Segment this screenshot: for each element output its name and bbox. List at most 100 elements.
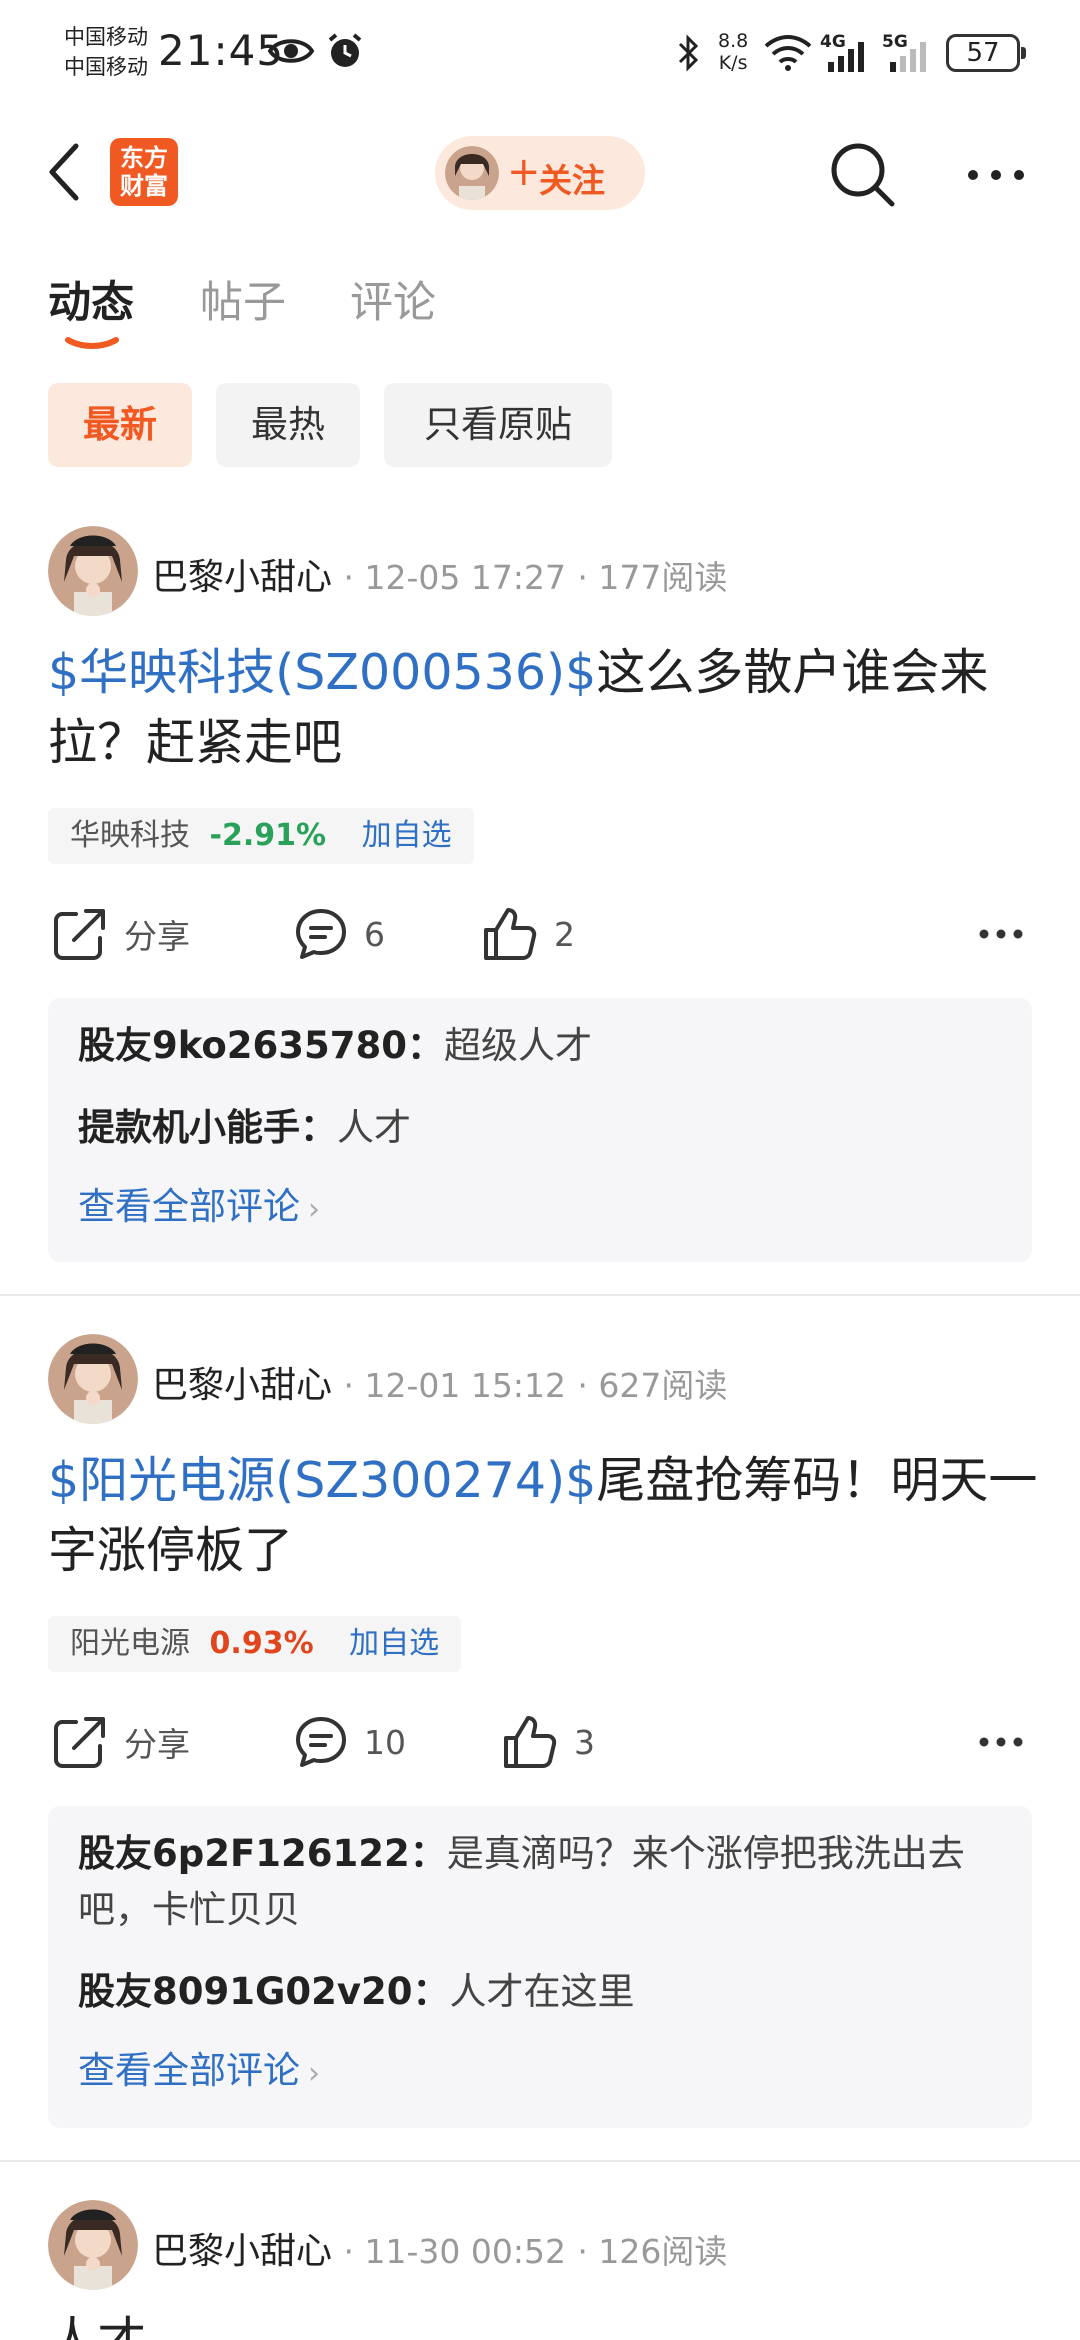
comment-text: 超级人才: [444, 1024, 592, 1067]
logo-text-1: 东方: [120, 144, 168, 172]
share-icon: [54, 1717, 105, 1768]
username[interactable]: 巴黎小甜心: [152, 2231, 332, 2272]
filter-original-only[interactable]: 只看原贴: [384, 383, 612, 467]
tab-dynamics[interactable]: 动态: [48, 268, 134, 330]
comment-count: 10: [364, 1722, 406, 1762]
post-more-icon[interactable]: [978, 1736, 1024, 1748]
bluetooth-icon: [678, 34, 699, 72]
thumbs-up-icon: [484, 908, 537, 960]
post-meta: 巴黎小甜心 · 12-05 17:27 · 177阅读: [152, 557, 728, 598]
carrier-2: 中国移动: [64, 55, 148, 79]
comment-item: 股友8091G02v20：人才在这里: [78, 1970, 635, 2013]
stock-change: 0.93%: [209, 1626, 314, 1661]
plus-icon: +: [507, 149, 541, 195]
stock-link[interactable]: $阳光电源(SZ300274)$: [48, 1452, 596, 1509]
comment-text: 人才在这里: [449, 1970, 635, 2013]
comment-count: 6: [364, 914, 385, 954]
read-count: 627阅读: [598, 1366, 728, 1405]
alarm-icon: [328, 33, 362, 67]
chevron-right-icon: ›: [308, 2056, 320, 2091]
share-label: 分享: [124, 1725, 190, 1764]
share-button[interactable]: 分享: [52, 1702, 190, 1782]
search-icon[interactable]: [828, 140, 898, 210]
carrier-labels: 中国移动 中国移动: [64, 22, 148, 82]
follow-label: 关注: [539, 161, 605, 200]
tab-comments[interactable]: 评论: [350, 268, 436, 330]
comment-user[interactable]: 股友9ko2635780: [78, 1024, 407, 1067]
stock-change: -2.91%: [209, 818, 327, 853]
network-speed: 8.8 K/s: [718, 30, 748, 74]
add-watchlist-button[interactable]: 加自选: [362, 818, 452, 853]
share-button[interactable]: 分享: [52, 894, 190, 974]
comment-user[interactable]: 股友8091G02v20: [78, 1970, 412, 2013]
like-button[interactable]: 2: [482, 894, 575, 974]
post-text: 人才: [48, 2312, 146, 2340]
comment-preview-box[interactable]: 股友9ko2635780：超级人才 提款机小能手：人才 查看全部评论 ›: [48, 998, 1032, 1262]
battery-indicator: 57: [946, 34, 1026, 72]
comment-user[interactable]: 股友6p2F126122: [78, 1832, 410, 1875]
comment-user[interactable]: 提款机小能手: [78, 1106, 300, 1149]
active-tab-indicator: [65, 337, 119, 349]
post-more-icon[interactable]: [978, 928, 1024, 940]
comment-button[interactable]: 10: [294, 1702, 406, 1782]
view-all-comments-link[interactable]: 查看全部评论 ›: [78, 2046, 1002, 2099]
view-all-comments-link[interactable]: 查看全部评论 ›: [78, 1182, 1002, 1235]
read-count: 126阅读: [598, 2232, 728, 2271]
signal-icon: [828, 42, 864, 72]
status-bar: 中国移动 中国移动 21:45 8.8 K/s 4G 5G 57: [0, 0, 1080, 110]
post-content[interactable]: $阳光电源(SZ300274)$尾盘抢筹码！明天一字涨停板了: [48, 1446, 1038, 1586]
post-time: 12-05 17:27: [364, 558, 566, 597]
share-label: 分享: [124, 917, 190, 956]
thumbs-up-icon: [504, 1716, 557, 1768]
tab-posts[interactable]: 帖子: [200, 268, 286, 330]
username[interactable]: 巴黎小甜心: [152, 557, 332, 598]
post-content[interactable]: 人才: [48, 2306, 1038, 2340]
view-all-label: 查看全部评论: [78, 1185, 300, 1228]
post-actions: 分享 10 3: [0, 1702, 1080, 1782]
stock-tag[interactable]: 阳光电源 0.93% 加自选: [48, 1616, 462, 1672]
signal-weak-icon: [890, 42, 926, 72]
stock-link[interactable]: $华映科技(SZ000536)$: [48, 644, 596, 701]
post-meta: 巴黎小甜心 · 11-30 00:52 · 126阅读: [152, 2231, 728, 2272]
speed-unit: K/s: [718, 52, 748, 74]
comment-button[interactable]: 6: [294, 894, 385, 974]
like-button[interactable]: 3: [502, 1702, 595, 1782]
comment-icon: [296, 1717, 346, 1767]
comment-item: 股友9ko2635780：超级人才: [78, 1024, 592, 1067]
more-options-icon[interactable]: [966, 168, 1026, 182]
share-icon: [54, 909, 105, 960]
app-logo: 东方 财富: [110, 138, 178, 206]
filter-latest[interactable]: 最新: [48, 383, 192, 467]
filter-hottest[interactable]: 最热: [216, 383, 360, 467]
follow-avatar: [445, 146, 499, 200]
stock-tag[interactable]: 华映科技 -2.91% 加自选: [48, 808, 474, 864]
post-actions: 分享 6 2: [0, 894, 1080, 974]
back-icon[interactable]: [44, 142, 84, 202]
like-count: 2: [554, 914, 575, 954]
top-nav-bar: 东方 财富 + 关注: [0, 120, 1080, 230]
logo-text-2: 财富: [120, 172, 168, 200]
comment-item: 股友6p2F126122：是真滴吗？来个涨停把我洗出去吧，卡忙贝贝: [78, 1832, 965, 1931]
wifi-icon: [764, 35, 812, 71]
user-avatar[interactable]: [48, 526, 138, 616]
speed-value: 8.8: [718, 30, 749, 52]
eye-icon: [268, 39, 314, 63]
add-watchlist-button[interactable]: 加自选: [349, 1626, 439, 1661]
read-count: 177阅读: [598, 558, 728, 597]
comment-icon: [296, 909, 346, 959]
post-meta: 巴黎小甜心 · 12-01 15:12 · 627阅读: [152, 1365, 728, 1406]
user-avatar[interactable]: [48, 2200, 138, 2290]
post-divider: [0, 2160, 1080, 2162]
post-time: 11-30 00:52: [364, 2232, 566, 2271]
comment-item: 提款机小能手：人才: [78, 1106, 411, 1149]
view-all-label: 查看全部评论: [78, 2049, 300, 2092]
post-content[interactable]: $华映科技(SZ000536)$这么多散户谁会来拉？赶紧走吧: [48, 638, 1038, 778]
stock-name: 华映科技: [70, 818, 190, 853]
follow-button[interactable]: + 关注: [435, 136, 645, 210]
post-divider: [0, 1294, 1080, 1296]
user-avatar[interactable]: [48, 1334, 138, 1424]
comment-preview-box[interactable]: 股友6p2F126122：是真滴吗？来个涨停把我洗出去吧，卡忙贝贝 股友8091…: [48, 1806, 1032, 2128]
stock-name: 阳光电源: [70, 1626, 190, 1661]
chevron-right-icon: ›: [308, 1192, 320, 1227]
username[interactable]: 巴黎小甜心: [152, 1365, 332, 1406]
